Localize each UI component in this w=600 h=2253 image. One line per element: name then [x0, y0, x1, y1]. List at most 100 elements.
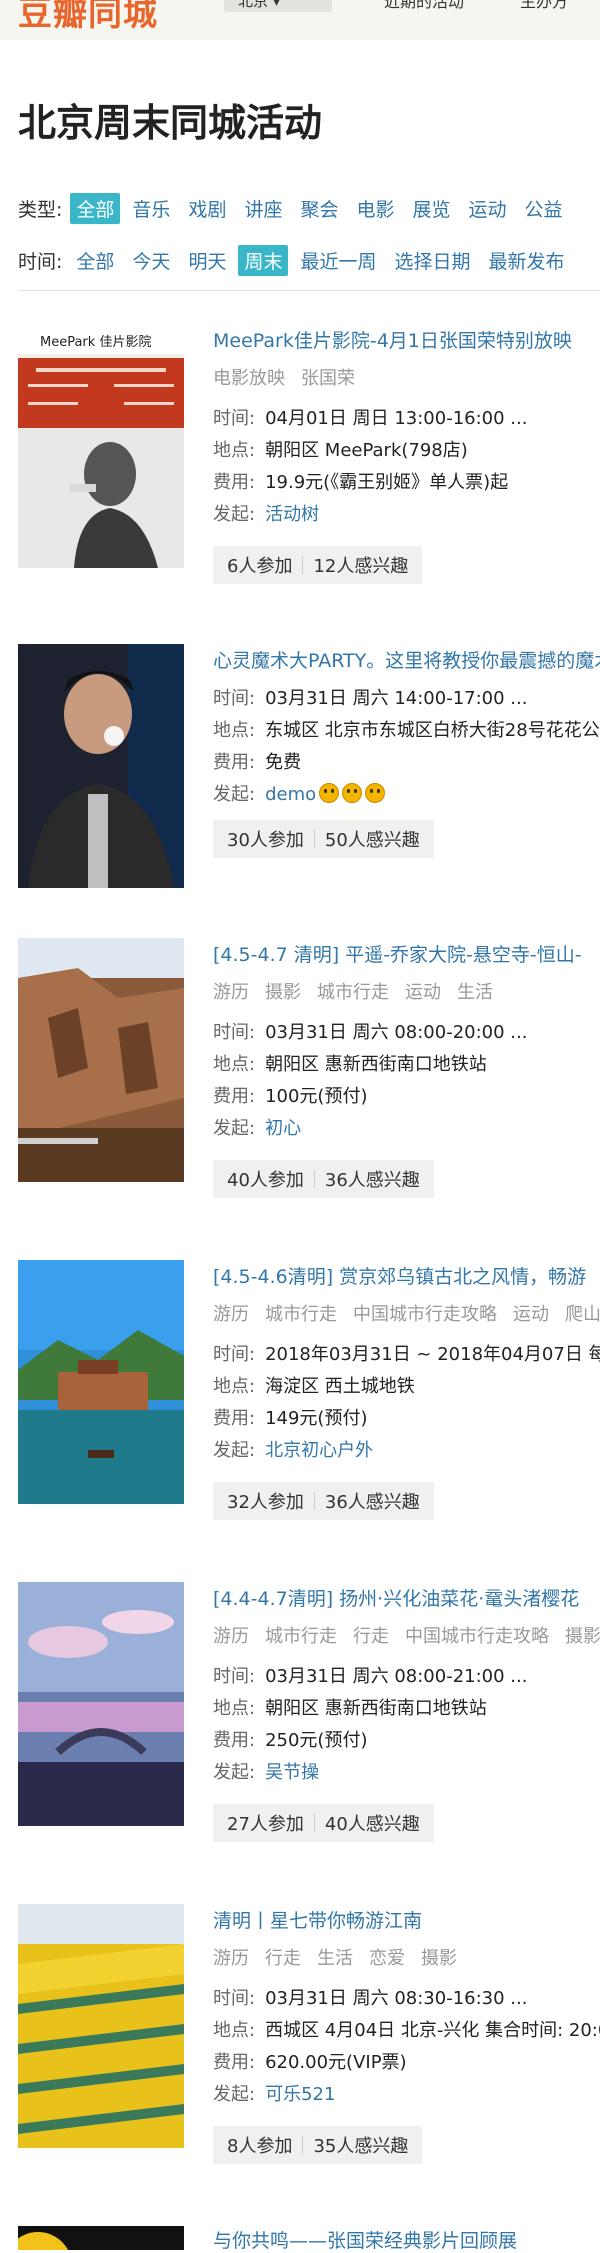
time-label: 时间:	[213, 1022, 256, 1043]
event-title[interactable]: 心灵魔术大PARTY。这里将教授你最震撼的魔术	[213, 646, 600, 673]
event-tag[interactable]: 恋爱	[369, 1948, 405, 1969]
host-link[interactable]: 北京初心户外	[265, 1440, 373, 1461]
place-label: 地点:	[213, 1698, 256, 1719]
interested-count[interactable]: 50人感兴趣	[325, 826, 420, 852]
event-tag[interactable]: 游历	[213, 1948, 249, 1969]
event-item: [4.4-4.7清明] 扬州·兴化油菜花·鼋头渚樱花 游历 城市行走 行走 中国城市行…	[18, 1582, 600, 1842]
time-filter-today[interactable]: 今天	[126, 245, 176, 276]
event-place: 地点: 朝阳区 MeePark(798店)	[213, 436, 600, 462]
event-tag[interactable]: 行走	[265, 1948, 301, 1969]
time-filter-tomorrow[interactable]: 明天	[182, 245, 232, 276]
interested-count[interactable]: 36人感兴趣	[325, 1166, 420, 1192]
stats-divider	[302, 2136, 304, 2154]
site-logo[interactable]: 豆瓣同城	[18, 0, 158, 35]
city-select[interactable]: 北京 ▾	[224, 0, 332, 12]
host-label: 发起:	[213, 1440, 256, 1461]
event-tag[interactable]: 生活	[457, 982, 493, 1003]
joined-count[interactable]: 8人参加	[227, 2132, 292, 2158]
fee-value: 19.9元(《霸王别姬》单人票)起	[265, 472, 509, 493]
event-tag[interactable]: 摄影	[421, 1948, 457, 1969]
event-tag[interactable]: 城市行走	[265, 1626, 337, 1647]
time-filter-this-week[interactable]: 最近一周	[294, 245, 382, 276]
event-title[interactable]: [4.5-4.6清明] 赏京郊乌镇古北之风情，畅游	[213, 1262, 600, 1289]
fee-value: 100元(预付)	[265, 1086, 368, 1107]
nav-organizers[interactable]: 主办方	[520, 0, 568, 12]
event-time: 时间: 03月31日 周六 08:00-20:00 ...	[213, 1018, 600, 1044]
event-poster[interactable]	[18, 938, 184, 1182]
interested-count[interactable]: 12人感兴趣	[313, 552, 408, 578]
interested-count[interactable]: 36人感兴趣	[325, 1488, 420, 1514]
type-filter-drama[interactable]: 戏剧	[182, 193, 232, 224]
poster-title-text: MeePark 佳片影院	[40, 335, 151, 350]
interested-count[interactable]: 40人感兴趣	[325, 1810, 420, 1836]
time-filter-pick-date[interactable]: 选择日期	[388, 245, 476, 276]
event-tag[interactable]: 游历	[213, 1304, 249, 1325]
event-tag[interactable]: 游历	[213, 982, 249, 1003]
joined-count[interactable]: 40人参加	[227, 1166, 304, 1192]
event-poster[interactable]: MeePark 佳片影院	[18, 324, 184, 568]
place-label: 地点:	[213, 2020, 256, 2041]
host-link[interactable]: 吴节操	[265, 1762, 319, 1783]
time-label: 时间:	[213, 1666, 256, 1687]
event-tag[interactable]: 运动	[513, 1304, 549, 1325]
type-filter-party[interactable]: 聚会	[294, 193, 344, 224]
event-tag[interactable]: 行走	[353, 1626, 389, 1647]
event-title[interactable]: MeePark佳片影院-4月1日张国荣特别放映	[213, 326, 600, 353]
joined-count[interactable]: 30人参加	[227, 826, 304, 852]
type-filter-lecture[interactable]: 讲座	[238, 193, 288, 224]
event-title[interactable]: 与你共鸣——张国荣经典影片回顾展	[213, 2226, 600, 2253]
time-filter-all[interactable]: 全部	[70, 245, 120, 276]
event-poster[interactable]	[18, 1260, 184, 1504]
event-tag[interactable]: 运动	[405, 982, 441, 1003]
event-fee: 费用: 149元(预付)	[213, 1404, 600, 1430]
host-link[interactable]: demo	[265, 784, 316, 805]
place-label: 地点:	[213, 440, 256, 461]
emoji-icon	[319, 783, 340, 803]
host-link[interactable]: 可乐521	[265, 2084, 335, 2105]
event-host: 发起: 活动树	[213, 500, 600, 526]
event-tag[interactable]: 中国城市行走攻略	[405, 1626, 549, 1647]
event-title[interactable]: [4.4-4.7清明] 扬州·兴化油菜花·鼋头渚樱花	[213, 1584, 600, 1611]
host-link[interactable]: 活动树	[265, 504, 319, 525]
type-filter-sports[interactable]: 运动	[463, 193, 513, 224]
event-poster[interactable]	[18, 2226, 184, 2250]
top-bar: 豆瓣同城 北京 ▾ 近期的活动 主办方	[0, 0, 600, 40]
event-tag[interactable]: 游历	[213, 1626, 249, 1647]
event-tag[interactable]: 城市行走	[265, 1304, 337, 1325]
event-tag[interactable]: 电影放映	[213, 368, 285, 389]
event-tag[interactable]: 中国城市行走攻略	[353, 1304, 497, 1325]
event-tag[interactable]: 摄影	[265, 982, 301, 1003]
event-time: 时间: 03月31日 周六 08:30-16:30 ...	[213, 1984, 600, 2010]
event-tag[interactable]: 摄影	[565, 1626, 600, 1647]
event-tag[interactable]: 爬山	[565, 1304, 600, 1325]
event-tag[interactable]: 生活	[317, 1948, 353, 1969]
event-item: [4.5-4.6清明] 赏京郊乌镇古北之风情，畅游 游历 城市行走 中国城市行走攻略…	[18, 1260, 600, 1520]
type-filter-exhibition[interactable]: 展览	[407, 193, 457, 224]
event-host: 发起: demo	[213, 780, 600, 806]
time-filter-weekend[interactable]: 周末	[238, 244, 289, 276]
host-link[interactable]: 初心	[265, 1118, 301, 1139]
event-poster[interactable]	[18, 1904, 184, 2148]
nav-recent-events[interactable]: 近期的活动	[384, 0, 464, 12]
joined-count[interactable]: 27人参加	[227, 1810, 304, 1836]
event-title[interactable]: [4.5-4.7 清明] 平遥-乔家大院-悬空寺-恒山-	[213, 940, 600, 967]
event-tag[interactable]: 张国荣	[301, 368, 355, 389]
time-filter-latest[interactable]: 最新发布	[483, 245, 571, 276]
event-title[interactable]: 清明丨星七带你畅游江南	[213, 1906, 600, 1933]
event-poster[interactable]	[18, 644, 184, 888]
stats-divider	[313, 1814, 315, 1832]
place-value: 朝阳区 惠新西街南口地铁站	[265, 1698, 487, 1719]
type-filter-music[interactable]: 音乐	[126, 193, 176, 224]
event-poster[interactable]	[18, 1582, 184, 1826]
joined-count[interactable]: 32人参加	[227, 1488, 304, 1514]
stats-divider	[313, 1492, 315, 1510]
type-filter-charity[interactable]: 公益	[519, 193, 569, 224]
type-filter-all[interactable]: 全部	[70, 192, 121, 224]
time-value: 03月31日 周六 08:30-16:30 ...	[265, 1988, 528, 2009]
event-item: MeePark 佳片影院 MeePark佳片影院-4月1日张国荣特别放映 电影放…	[18, 324, 600, 584]
joined-count[interactable]: 6人参加	[227, 552, 292, 578]
event-tag[interactable]: 城市行走	[317, 982, 389, 1003]
type-filter-film[interactable]: 电影	[350, 193, 400, 224]
event-place: 地点: 东城区 北京市东城区白桥大街28号花花公子	[213, 716, 600, 742]
interested-count[interactable]: 35人感兴趣	[313, 2132, 408, 2158]
